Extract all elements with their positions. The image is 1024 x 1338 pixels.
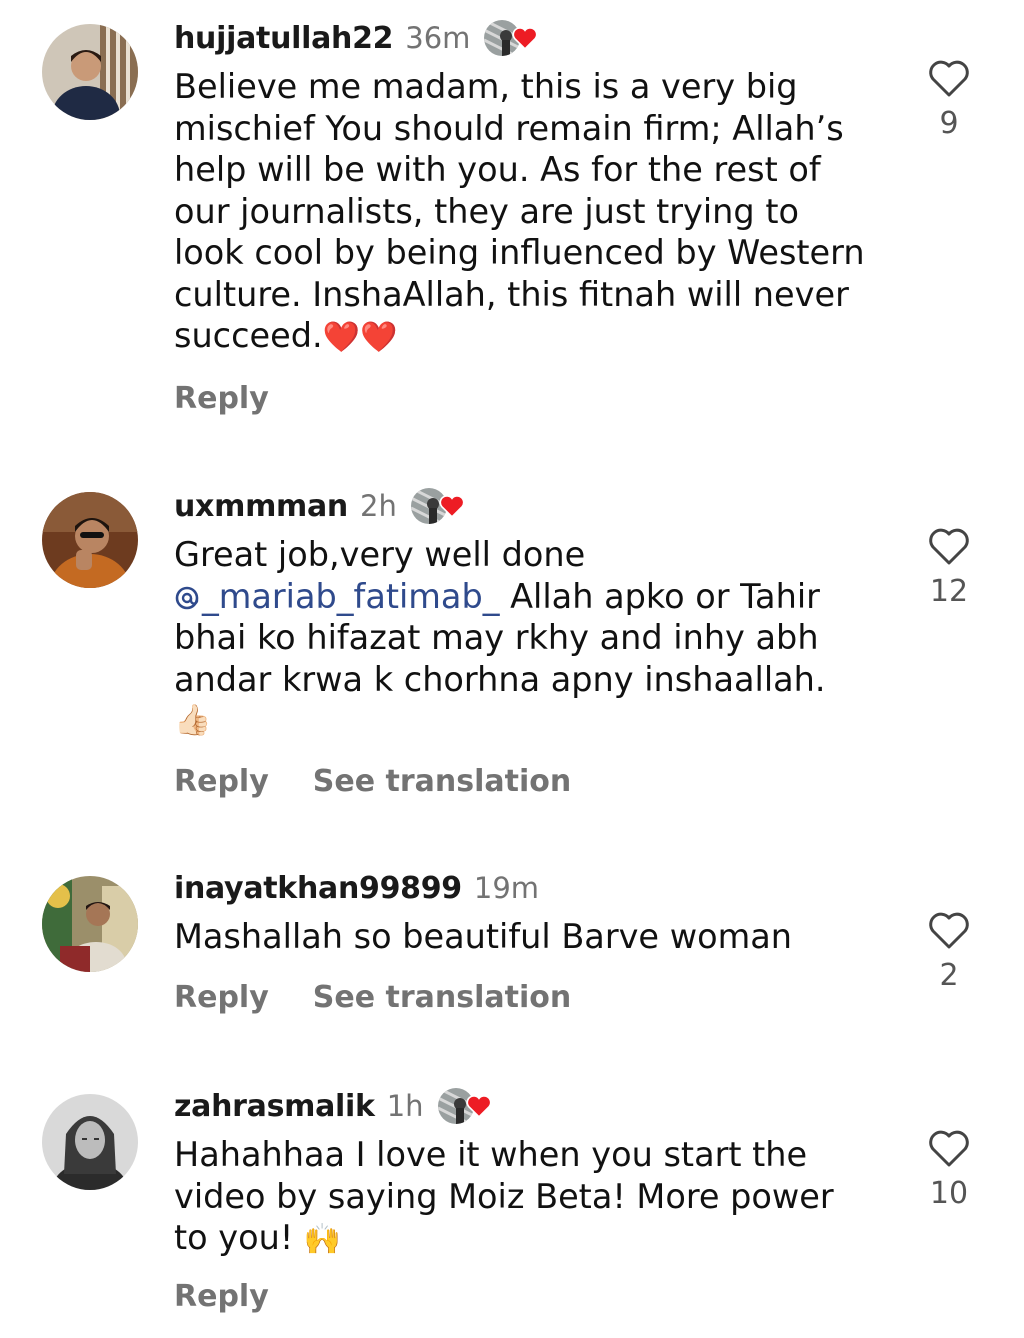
see-translation-button[interactable]: See translation <box>313 764 571 799</box>
comment-text-fragment: succeed. <box>174 316 323 355</box>
comment-username[interactable]: uxmmman <box>174 489 348 524</box>
comment-text-line: our journalists, they are just trying to <box>174 191 799 231</box>
like-count: 9 <box>939 106 959 141</box>
heart-emoji: ❤️❤️ <box>322 320 398 355</box>
comment-item: inayatkhan99899 19m Mashallah so beautif… <box>0 858 1024 1058</box>
comment-text-line: video by saying Moiz Beta! More power <box>174 1176 834 1216</box>
red-heart-icon <box>512 27 538 50</box>
heart-outline-icon[interactable] <box>927 1128 971 1168</box>
comment-username[interactable]: hujjatullah22 <box>174 21 394 56</box>
comment-timestamp: 19m <box>473 871 540 905</box>
like-count: 12 <box>929 574 969 609</box>
comment-timestamp: 1h <box>386 1089 424 1123</box>
see-translation-button[interactable]: See translation <box>313 980 571 1015</box>
comment-text-line: succeed.❤️❤️ <box>174 315 884 359</box>
comment-text-line: Believe me madam, this is a very big <box>174 67 798 106</box>
author-liked-badge <box>408 486 467 526</box>
thumbs-up-emoji: 👍🏻 <box>174 703 212 738</box>
mention-username[interactable]: _mariab_fatimab_ <box>202 577 499 616</box>
comment-text: Great job,very well done _mariab_fatimab… <box>174 534 884 742</box>
heart-outline-icon[interactable] <box>927 526 971 566</box>
reply-button[interactable]: Reply <box>174 980 269 1015</box>
comment-text-line: _mariab_fatimab_ Allah apko or Tahir <box>174 576 884 618</box>
comment-timestamp: 2h <box>360 489 397 523</box>
comment-text-line: look cool by being influenced by Western <box>174 233 865 272</box>
threads-icon <box>175 586 199 609</box>
comment-text: Believe me madam, this is a very big mis… <box>174 66 884 359</box>
avatar[interactable] <box>42 876 138 972</box>
comment-text-line: bhai ko hifazat may rkhy and inhy abh <box>174 618 819 657</box>
comment-text-line: Mashallah so beautiful Barve woman <box>174 917 792 956</box>
comment-item: zahrasmalik 1h Hahahhaa I love it when y… <box>0 1076 1024 1338</box>
comment-username[interactable]: inayatkhan99899 <box>174 871 462 906</box>
comment-text-line: Hahahhaa I love it when you start the <box>174 1135 808 1174</box>
comment-text-line: help will be with you. As for the rest o… <box>174 150 821 189</box>
comment-timestamp: 36m <box>405 21 471 55</box>
like-count: 10 <box>929 1176 969 1211</box>
like-count: 2 <box>939 958 959 993</box>
comment-text-line: Great job,very well done <box>174 535 586 574</box>
reply-button[interactable]: Reply <box>174 764 269 799</box>
raising-hands-emoji: 🙌 <box>303 1222 342 1257</box>
comment-text-line: to you! 🙌 <box>174 1217 884 1261</box>
comment-text-fragment: to you! <box>174 1218 294 1257</box>
reply-button[interactable]: Reply <box>174 381 269 416</box>
comment-text-line: culture. InshaAllah, this fitnah will ne… <box>174 274 849 314</box>
comment-text-line: mischief You should remain firm; Allah’s <box>174 108 844 148</box>
comment-text-fragment: Allah apko or Tahir <box>499 576 820 616</box>
comment-username[interactable]: zahrasmalik <box>174 1089 375 1124</box>
mention-link[interactable]: _mariab_fatimab_ <box>174 577 499 616</box>
comment-item: uxmmman 2h Great job,very well done _mar… <box>0 470 1024 840</box>
author-liked-badge <box>435 1086 494 1126</box>
heart-outline-icon[interactable] <box>927 58 971 98</box>
heart-outline-icon[interactable] <box>927 910 971 950</box>
reply-button[interactable]: Reply <box>174 1279 269 1314</box>
comment-text-line: andar krwa k chorhna apny inshaallah. <box>174 659 826 699</box>
author-liked-badge <box>482 18 540 58</box>
comment-text: Hahahhaa I love it when you start the vi… <box>174 1134 884 1261</box>
avatar[interactable] <box>42 1094 138 1190</box>
avatar[interactable] <box>42 492 138 588</box>
red-heart-icon <box>439 495 465 518</box>
comment-text: Mashallah so beautiful Barve woman <box>174 916 884 958</box>
avatar[interactable] <box>42 24 138 120</box>
comment-item: hujjatullah22 36m Believe me madam, this… <box>0 0 1024 440</box>
red-heart-icon <box>466 1095 492 1118</box>
